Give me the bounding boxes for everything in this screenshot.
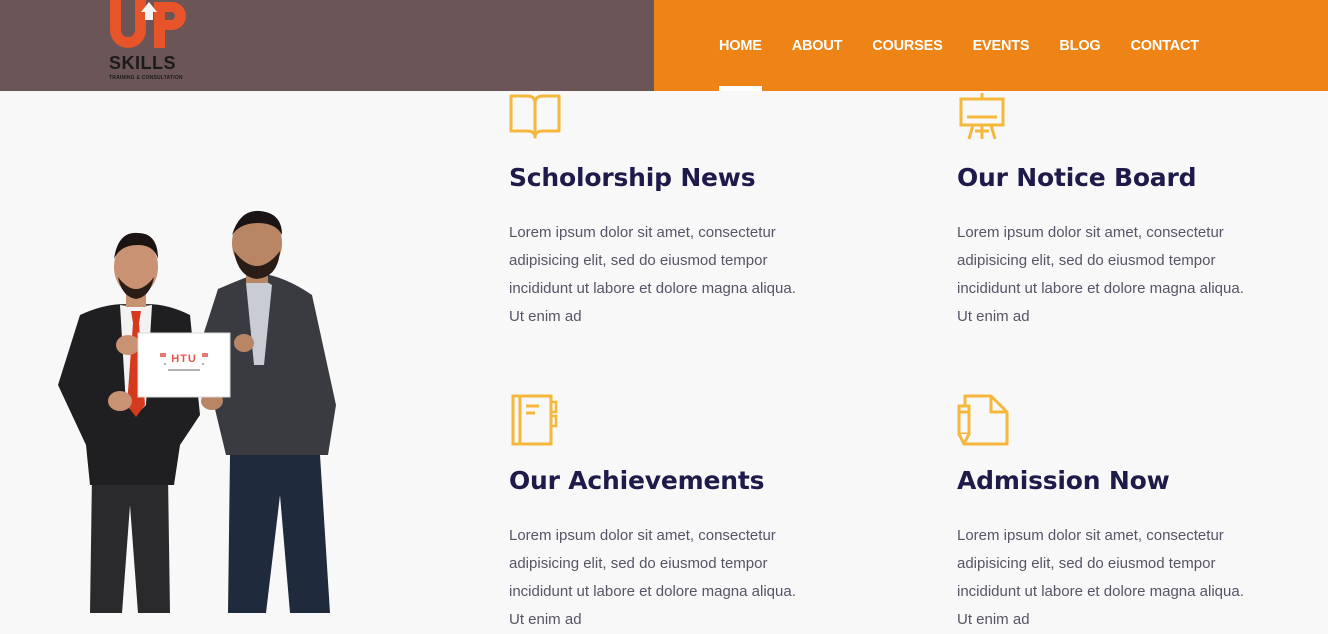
main-nav: HOME ABOUT COURSES EVENTS BLOG CONTACT	[719, 0, 1229, 91]
feature-title: Scholorship News	[509, 163, 756, 192]
certificate-card-label: HTU	[166, 353, 202, 365]
feature-title: Admission Now	[957, 466, 1170, 495]
team-photo: HTU	[50, 205, 350, 613]
easel-board-icon	[959, 93, 1005, 140]
nav-item-contact[interactable]: CONTACT	[1131, 0, 1200, 91]
document-pencil-icon	[957, 394, 1009, 446]
nav-item-courses[interactable]: COURSES	[872, 0, 943, 91]
nav-item-about[interactable]: ABOUT	[792, 0, 843, 91]
feature-description: Lorem ipsum dolor sit amet, consectetur …	[509, 224, 796, 325]
nav-item-blog[interactable]: BLOG	[1059, 0, 1100, 91]
site-header: SKILLS TRAINING & CONSULTATION HOME ABOU…	[0, 0, 1328, 91]
nav-item-events[interactable]: EVENTS	[973, 0, 1030, 91]
feature-title: Our Achievements	[509, 466, 765, 495]
feature-achievements: Our Achievements Lorem ipsum dolor sit a…	[509, 394, 809, 628]
feature-scholarship-news: Scholorship News Lorem ipsum dolor sit a…	[509, 93, 809, 333]
feature-description: Lorem ipsum dolor sit amet, consectetur …	[957, 527, 1244, 628]
logo-wordmark: SKILLS	[109, 53, 177, 73]
up-logo-icon	[110, 0, 186, 48]
nav-item-home[interactable]: HOME	[719, 0, 762, 91]
site-logo[interactable]: SKILLS TRAINING & CONSULTATION	[108, 0, 192, 86]
notebook-icon	[511, 394, 558, 446]
logo-tagline: TRAINING & CONSULTATION	[109, 75, 183, 81]
feature-notice-board: Our Notice Board Lorem ipsum dolor sit a…	[957, 93, 1257, 333]
feature-description: Lorem ipsum dolor sit amet, consectetur …	[957, 224, 1244, 325]
feature-title: Our Notice Board	[957, 163, 1197, 192]
feature-admission-now: Admission Now Lorem ipsum dolor sit amet…	[957, 394, 1257, 628]
header-left-panel: SKILLS TRAINING & CONSULTATION	[0, 0, 654, 91]
feature-description: Lorem ipsum dolor sit amet, consectetur …	[509, 527, 796, 628]
open-book-icon	[509, 94, 561, 139]
